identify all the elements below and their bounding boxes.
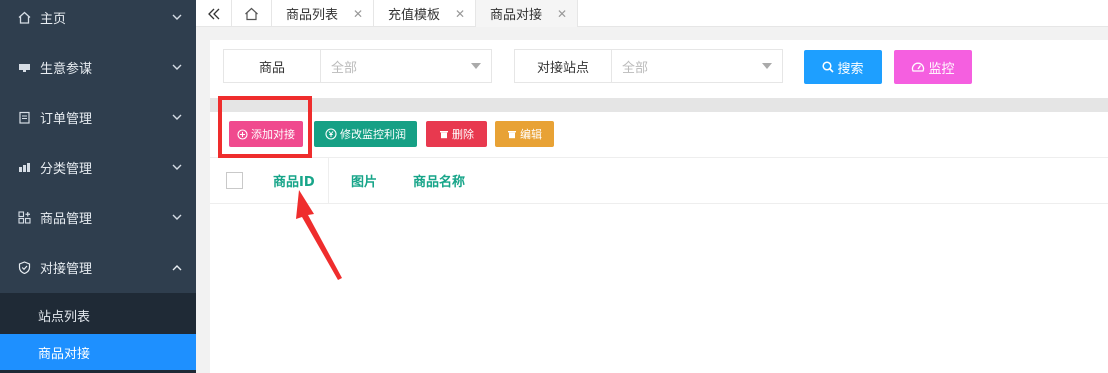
chevron-down-icon [172,10,182,25]
chevron-up-icon [172,260,182,275]
delete-button-label: 删除 [452,128,474,141]
collapse-sidebar-button[interactable] [196,0,232,27]
close-icon[interactable]: ✕ [353,7,363,21]
sidebar-item-orders[interactable]: 订单管理 [0,92,196,142]
product-filter: 商品 全部 [223,49,492,83]
sidebar-item-label: 分类管理 [40,161,93,177]
sidebar-item-label: 生意参谋 [40,61,93,77]
chevron-down-icon [172,110,182,125]
layers-icon [17,160,31,174]
sidebar-item-label: 主页 [40,11,67,27]
tab-product-list[interactable]: 商品列表 ✕ [272,0,374,27]
monitor-button[interactable]: 监控 [894,50,972,84]
caret-down-icon [471,63,481,69]
sidebar-item-integration[interactable]: 对接管理 [0,242,196,292]
select-all-checkbox[interactable] [226,172,243,189]
modify-monitor-profit-button-label: 修改监控利润 [340,128,406,141]
search-button-label: 搜索 [837,61,864,77]
product-select[interactable]: 全部 [321,50,491,82]
site-filter: 对接站点 全部 [514,49,783,83]
close-icon[interactable]: ✕ [557,7,567,21]
edit-button-label: 编辑 [520,128,542,141]
sidebar-item-label: 对接管理 [40,261,93,277]
monitor-button-label: 监控 [928,61,955,77]
edit-button[interactable]: 编辑 [495,121,554,147]
product-select-value: 全部 [331,60,358,76]
tab-label: 商品对接 [490,8,543,23]
product-filter-label: 商品 [224,50,321,82]
sidebar-subitem-product-integration[interactable]: 商品对接 [0,334,196,370]
double-chevron-left-icon [207,8,219,19]
gauge-icon [911,61,925,73]
close-icon[interactable]: ✕ [455,7,465,21]
toolbar-separator [210,98,1108,112]
tab-recharge-template[interactable]: 充值模板 ✕ [374,0,476,27]
site-select-value: 全部 [622,60,649,76]
sidebar-item-products[interactable]: 商品管理 [0,192,196,242]
column-header-product-name[interactable]: 商品名称 [413,158,465,203]
tab-bar: 商品列表 ✕ 充值模板 ✕ 商品对接 ✕ [196,0,1108,27]
site-select[interactable]: 全部 [612,50,782,82]
chevron-down-icon [172,210,182,225]
delete-button[interactable]: 删除 [426,121,487,147]
tab-product-integration[interactable]: 商品对接 ✕ [476,0,578,27]
home-icon [17,10,31,24]
search-icon [822,61,835,73]
sidebar-item-business[interactable]: 生意参谋 [0,42,196,92]
sidebar-subitem-label: 站点列表 [38,309,91,325]
search-button[interactable]: 搜索 [804,50,882,84]
sidebar-item-categories[interactable]: 分类管理 [0,142,196,192]
sidebar-subitem-site-list[interactable]: 站点列表 [0,297,196,333]
tab-label: 商品列表 [286,8,339,23]
tab-label: 充值模板 [388,8,441,23]
clipboard-icon [17,110,31,124]
yen-icon [325,128,337,140]
modify-monitor-profit-button[interactable]: 修改监控利润 [314,121,417,147]
sidebar: 主页 生意参谋 订单管理 分类管理 商品管理 对接管理 站点列表 商品对接 [0,0,196,373]
caret-down-icon [762,63,772,69]
shield-icon [17,260,31,274]
trash-icon [439,129,449,139]
sidebar-subitem-label: 商品对接 [38,346,91,362]
grid-icon [17,210,31,224]
monitor-icon [17,60,31,74]
annotation-highlight-box [218,96,312,158]
chevron-down-icon [172,160,182,175]
site-filter-label: 对接站点 [515,50,612,82]
home-icon [245,7,258,20]
column-header-image[interactable]: 图片 [351,158,377,203]
trash-icon [507,129,517,139]
annotation-arrow-icon [296,190,342,280]
sidebar-item-label: 订单管理 [40,111,93,127]
chevron-down-icon [172,60,182,75]
sidebar-item-home[interactable]: 主页 [0,0,196,42]
sidebar-item-label: 商品管理 [40,211,93,227]
tab-home[interactable] [232,0,272,27]
